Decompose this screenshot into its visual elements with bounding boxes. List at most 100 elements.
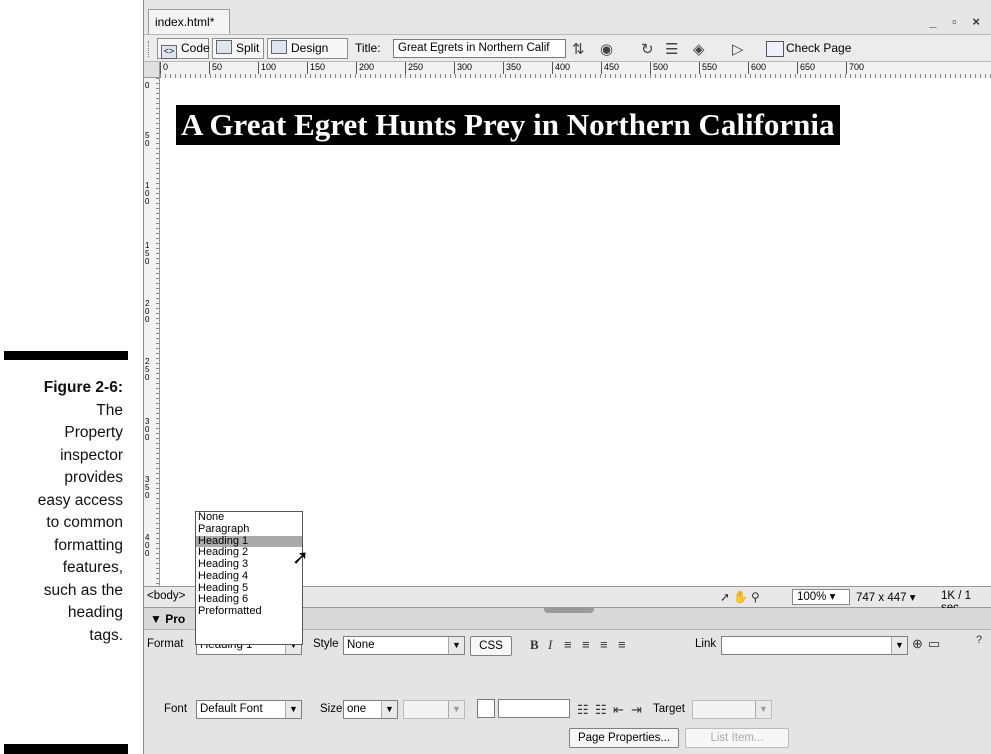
document-tab-strip: index.html* _ ▫ × <box>144 0 991 34</box>
list-item-button: List Item... <box>685 728 789 748</box>
split-view-button[interactable]: Split <box>212 38 264 59</box>
format-option[interactable]: None <box>196 511 302 524</box>
link-label: Link <box>695 638 717 650</box>
inspector-title[interactable]: ▼ Pro <box>150 612 185 626</box>
window-controls[interactable]: _ ▫ × <box>929 14 986 29</box>
split-icon <box>216 40 232 54</box>
caption-rule-top <box>4 351 128 360</box>
caption-line: tags. <box>89 626 123 644</box>
design-canvas[interactable]: A Great Egret Hunts Prey in Northern Cal… <box>160 78 991 586</box>
caption-line: heading <box>67 604 123 621</box>
chevron-down-icon: ▼ <box>755 701 771 718</box>
chevron-down-icon: ▼ <box>448 701 464 718</box>
hand-tool-icon[interactable]: ✋ <box>733 590 751 604</box>
size-label: Size <box>320 703 343 715</box>
page-title-input[interactable]: Great Egrets in Northern Calif <box>393 39 566 58</box>
status-tools: ➚✋⚲ <box>720 590 763 604</box>
ruler-corner[interactable] <box>144 62 160 78</box>
vertical-ruler: 0 50 100 150 200 250 300 350 400 <box>144 78 160 586</box>
format-option[interactable]: Heading 4 <box>196 570 302 583</box>
ruler-mark: 200 <box>356 62 374 74</box>
panel-collapse-handle[interactable] <box>544 608 594 613</box>
horizontal-ruler: 0 50 100 150 200 250 300 350 400 450 500… <box>160 62 991 79</box>
refresh-icon[interactable]: ↻ <box>641 40 654 58</box>
text-color-picker[interactable] <box>477 699 495 718</box>
ruler-mark: 450 <box>601 62 619 74</box>
check-page-button[interactable]: Check Page <box>786 41 851 55</box>
unordered-list-icon[interactable]: ☷ <box>577 702 589 718</box>
ruler-mark: 300 <box>454 62 472 74</box>
chevron-down-icon: ▼ <box>381 701 397 718</box>
style-select[interactable]: None ▼ <box>343 636 465 655</box>
caption-line: The <box>96 401 123 419</box>
ruler-mark: 0 <box>160 62 168 74</box>
align-center-icon[interactable]: ≡ <box>582 637 590 652</box>
font-label: Font <box>164 703 188 715</box>
format-option[interactable]: Paragraph <box>196 523 302 536</box>
text-color-input[interactable] <box>498 699 570 718</box>
ruler-mark: 300 <box>145 417 150 442</box>
ruler-mark: 550 <box>699 62 717 74</box>
figure-caption: Figure 2-6: The Property inspector provi… <box>0 377 123 647</box>
link-input[interactable]: ▼ <box>721 636 908 655</box>
page-properties-button[interactable]: Page Properties... <box>569 728 679 748</box>
validate-markup-icon[interactable]: ▷ <box>732 40 744 58</box>
ruler-mark: 600 <box>748 62 766 74</box>
font-select[interactable]: Default Font ▼ <box>196 700 302 719</box>
caption-line: easy access <box>37 491 123 509</box>
code-icon: <> <box>161 45 177 59</box>
ruler-mark: 350 <box>503 62 521 74</box>
align-right-icon[interactable]: ≡ <box>600 637 608 652</box>
caption-rule-bottom <box>4 744 128 754</box>
align-justify-icon[interactable]: ≡ <box>618 637 626 652</box>
zoom-tool-icon[interactable]: ⚲ <box>751 590 763 604</box>
ruler-mark: 200 <box>145 299 150 324</box>
ruler-mark: 150 <box>307 62 325 74</box>
caption-line: to common <box>46 514 123 531</box>
view-options-icon[interactable]: ☰ <box>665 40 678 58</box>
italic-button[interactable]: I <box>548 637 552 653</box>
caption-line: inspector <box>60 446 123 464</box>
align-left-icon[interactable]: ≡ <box>564 637 572 652</box>
preview-browser-icon[interactable]: ◉ <box>600 40 613 58</box>
ruler-mark: 400 <box>552 62 570 74</box>
ruler-mark: 500 <box>650 62 668 74</box>
font-value: Default Font <box>200 703 263 715</box>
chevron-down-icon: ▼ <box>891 637 907 654</box>
ruler-mark: 50 <box>145 131 150 148</box>
ruler-mark: 400 <box>145 533 150 558</box>
code-view-button[interactable]: <> Code <box>157 38 210 59</box>
select-tool-icon[interactable]: ➚ <box>720 590 733 604</box>
size-select[interactable]: one ▼ <box>343 700 398 719</box>
css-button[interactable]: CSS <box>470 636 512 656</box>
design-view-button[interactable]: Design <box>267 38 348 59</box>
browse-folder-icon[interactable]: ▭ <box>928 636 940 652</box>
ruler-mark: 700 <box>846 62 864 74</box>
indent-icon[interactable]: ⇥ <box>631 702 642 718</box>
page-heading[interactable]: A Great Egret Hunts Prey in Northern Cal… <box>176 105 840 145</box>
format-dropdown-list: None Paragraph Heading 1 Heading 2 Headi… <box>195 511 303 645</box>
help-icon[interactable]: ? <box>976 634 982 646</box>
check-page-icon[interactable] <box>766 41 784 57</box>
window-size-select[interactable]: 747 x 447 ▾ <box>856 590 915 604</box>
zoom-select[interactable]: 100% ▾ <box>792 589 850 605</box>
bold-button[interactable]: B <box>530 637 539 653</box>
format-option[interactable]: Preformatted <box>196 605 302 618</box>
document-toolbar: <> Code Split Design Title: Great Egrets … <box>144 34 991 62</box>
document-tab[interactable]: index.html* <box>148 9 230 34</box>
mouse-pointer-icon: ➚ <box>292 547 309 569</box>
point-to-file-icon[interactable]: ⊕ <box>912 636 923 652</box>
design-icon <box>271 40 287 54</box>
tag-selector[interactable]: <body> <box>147 590 185 602</box>
file-management-icon[interactable]: ⇅ <box>572 40 585 58</box>
target-select: ▼ <box>692 700 772 719</box>
ordered-list-icon[interactable]: ☷ <box>595 702 607 718</box>
format-option[interactable]: Heading 3 <box>196 558 302 571</box>
ruler-mark: 150 <box>145 241 150 266</box>
ruler-mark: 50 <box>209 62 222 74</box>
outdent-icon[interactable]: ⇤ <box>613 702 624 718</box>
ruler-mark: 350 <box>145 475 150 500</box>
toolbar-grip[interactable] <box>148 41 152 57</box>
caption-line: Property <box>64 424 123 441</box>
visual-aids-icon[interactable]: ◈ <box>693 40 705 58</box>
